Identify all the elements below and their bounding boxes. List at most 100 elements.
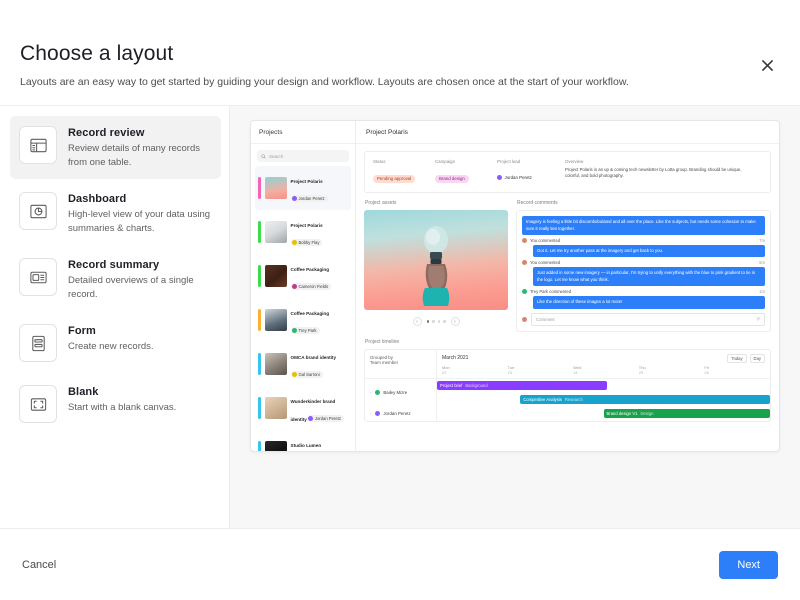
carousel-prev-button[interactable]: ‹	[413, 317, 422, 326]
carousel-dot[interactable]	[427, 320, 430, 323]
project-color-bar	[258, 353, 261, 375]
group-by-value: Team member	[370, 360, 431, 365]
project-owner: Jordan Peretz	[291, 195, 328, 202]
project-lead-value: Jordan Peretz	[497, 175, 532, 180]
project-owner: Cameron Fields	[291, 283, 332, 290]
timeline-bar[interactable]: Project briefBackground	[437, 381, 607, 390]
project-color-bar	[258, 265, 261, 287]
project-meta: OMCA brand identityGal Sarroni	[291, 346, 349, 382]
timeline-tracks[interactable]: Project briefBackground Competitive Analy…	[437, 379, 770, 421]
project-list-item[interactable]: Coffee PackagingTrey Park	[255, 298, 351, 342]
timeline-member-name: Bailey Mizre	[383, 390, 407, 395]
layout-option-title: Form	[68, 325, 154, 337]
project-owner: Bobby Flay	[291, 239, 323, 246]
timeline-day: Thu25	[639, 365, 705, 375]
comment-input-row[interactable]: Comment	[522, 313, 765, 326]
avatar	[522, 289, 527, 294]
project-timeline: Grouped by Team member March 2021 Today …	[364, 349, 771, 422]
carousel-dot[interactable]	[438, 320, 441, 323]
project-list-item[interactable]: Coffee PackagingCameron Fields	[255, 254, 351, 298]
next-button[interactable]: Next	[719, 551, 778, 579]
asset-image[interactable]	[364, 210, 508, 310]
timeline-member-row[interactable]: − Bailey Mizre	[365, 379, 436, 407]
search-input[interactable]: Search	[257, 150, 349, 162]
timeline-day: Mon22	[442, 365, 508, 375]
carousel-dot[interactable]	[443, 320, 446, 323]
scale-button[interactable]: Day	[750, 354, 765, 363]
project-list-item[interactable]: OMCA brand identityGal Sarroni	[255, 342, 351, 386]
carousel-next-button[interactable]: ›	[451, 317, 460, 326]
timeline-bar-category: Design	[640, 411, 653, 416]
carousel-dot[interactable]	[432, 320, 435, 323]
blank-icon	[19, 385, 57, 423]
comment-time: 7m	[759, 238, 765, 243]
project-list-item[interactable]: Project PolarisBobby Flay	[255, 210, 351, 254]
comment-time: 5m	[759, 260, 765, 265]
project-color-bar	[258, 397, 261, 419]
today-button[interactable]: Today	[727, 354, 746, 363]
record-comments-section: Record comments Imagery is feeling a lit…	[516, 193, 771, 332]
layout-option-text: Record review Review details of many rec…	[68, 126, 211, 169]
close-icon[interactable]	[756, 54, 778, 76]
layout-preview-pane: Projects Search Project Polaris Jordan Pe…	[230, 106, 800, 528]
timeline-day-date: 22	[442, 370, 508, 375]
search-icon	[261, 154, 266, 159]
attachment-icon[interactable]	[756, 317, 760, 321]
timeline-month-row: March 2021 Today Day	[437, 350, 770, 365]
timeline-day-date: 26	[704, 370, 770, 375]
timeline-axis: March 2021 Today Day Mon22Tue23Wed24Thu2…	[437, 350, 770, 378]
projects-list[interactable]: Project PolarisJordan PeretzProject Pola…	[251, 166, 355, 451]
record-review-icon	[19, 126, 57, 164]
layout-option-dashboard[interactable]: Dashboard High-level view of your data u…	[10, 182, 221, 245]
project-thumbnail	[265, 221, 287, 243]
project-meta: Coffee PackagingTrey Park	[291, 302, 349, 338]
timeline-bar-category: Background	[465, 383, 487, 388]
comments-list: Imagery is feeling a little bit discombo…	[522, 216, 765, 309]
project-name: Project Polaris	[291, 179, 323, 184]
timeline-day-headers: Mon22Tue23Wed24Thu25Fri26	[437, 365, 770, 378]
layout-option-desc: Review details of many records from one …	[68, 142, 211, 169]
project-owner-name: Gal Sarroni	[299, 372, 320, 377]
search-placeholder: Search	[269, 154, 283, 159]
project-owner: Gal Sarroni	[291, 371, 323, 378]
record-fields-card: Status Pending approval Campaign Brand d…	[364, 151, 771, 193]
modal-header: Choose a layout Layouts are an easy way …	[0, 0, 800, 105]
layout-option-form[interactable]: Form Create new records.	[10, 314, 221, 372]
layout-option-record-summary[interactable]: Record summary Detailed overviews of a s…	[10, 248, 221, 311]
layout-option-record-review[interactable]: Record review Review details of many rec…	[10, 116, 221, 179]
timeline-bar[interactable]: Competitive AnalysisResearch	[520, 395, 770, 404]
layout-option-desc: High-level view of your data using summa…	[68, 208, 211, 235]
field-project-lead: Project lead Jordan Peretz	[497, 159, 565, 185]
avatar	[292, 284, 297, 289]
expand-icon[interactable]: −	[370, 390, 372, 395]
timeline-group-by[interactable]: Grouped by Team member	[365, 350, 437, 378]
comment-input[interactable]: Comment	[531, 313, 765, 326]
comment-item: Trey Park commented1mLike the direction …	[522, 289, 765, 308]
record-title: Project Polaris	[356, 121, 779, 144]
avatar	[522, 317, 527, 322]
layout-option-blank[interactable]: Blank Start with a blank canvas.	[10, 375, 221, 433]
modal-footer: Cancel Next	[0, 528, 800, 600]
timeline-bar[interactable]: Brand design V1Design	[604, 409, 771, 418]
project-list-item[interactable]: Wunderkinder brand identityJordan Peretz	[255, 386, 351, 430]
project-owner-name: Trey Park	[299, 328, 317, 333]
expand-icon[interactable]: −	[370, 411, 372, 416]
project-color-bar	[258, 309, 261, 331]
comment-text: Imagery is feeling a little bit discombo…	[522, 216, 765, 235]
avatar	[292, 196, 297, 201]
cancel-button[interactable]: Cancel	[22, 559, 56, 571]
timeline-day: Fri26	[704, 365, 770, 375]
project-thumbnail	[265, 441, 287, 451]
assets-comments-row: Project assets	[364, 193, 771, 332]
projects-panel-title: Projects	[251, 121, 355, 144]
project-list-item[interactable]: Studio LumenJordan Peretz	[255, 430, 351, 451]
timeline-track: Brand design V1Design	[437, 407, 770, 421]
carousel-dots[interactable]	[427, 320, 446, 323]
field-label: Project lead	[497, 159, 557, 164]
timeline-member-row[interactable]: −Jordan Peretz	[365, 407, 436, 421]
modal-body: Record review Review details of many rec…	[0, 105, 800, 528]
project-list-item[interactable]: Project Polaris Jordan Peretz	[255, 166, 351, 210]
layout-option-title: Blank	[68, 386, 176, 398]
comment-placeholder: Comment	[536, 317, 555, 322]
comment-text: Just added in some new imagery — in part…	[533, 267, 765, 286]
